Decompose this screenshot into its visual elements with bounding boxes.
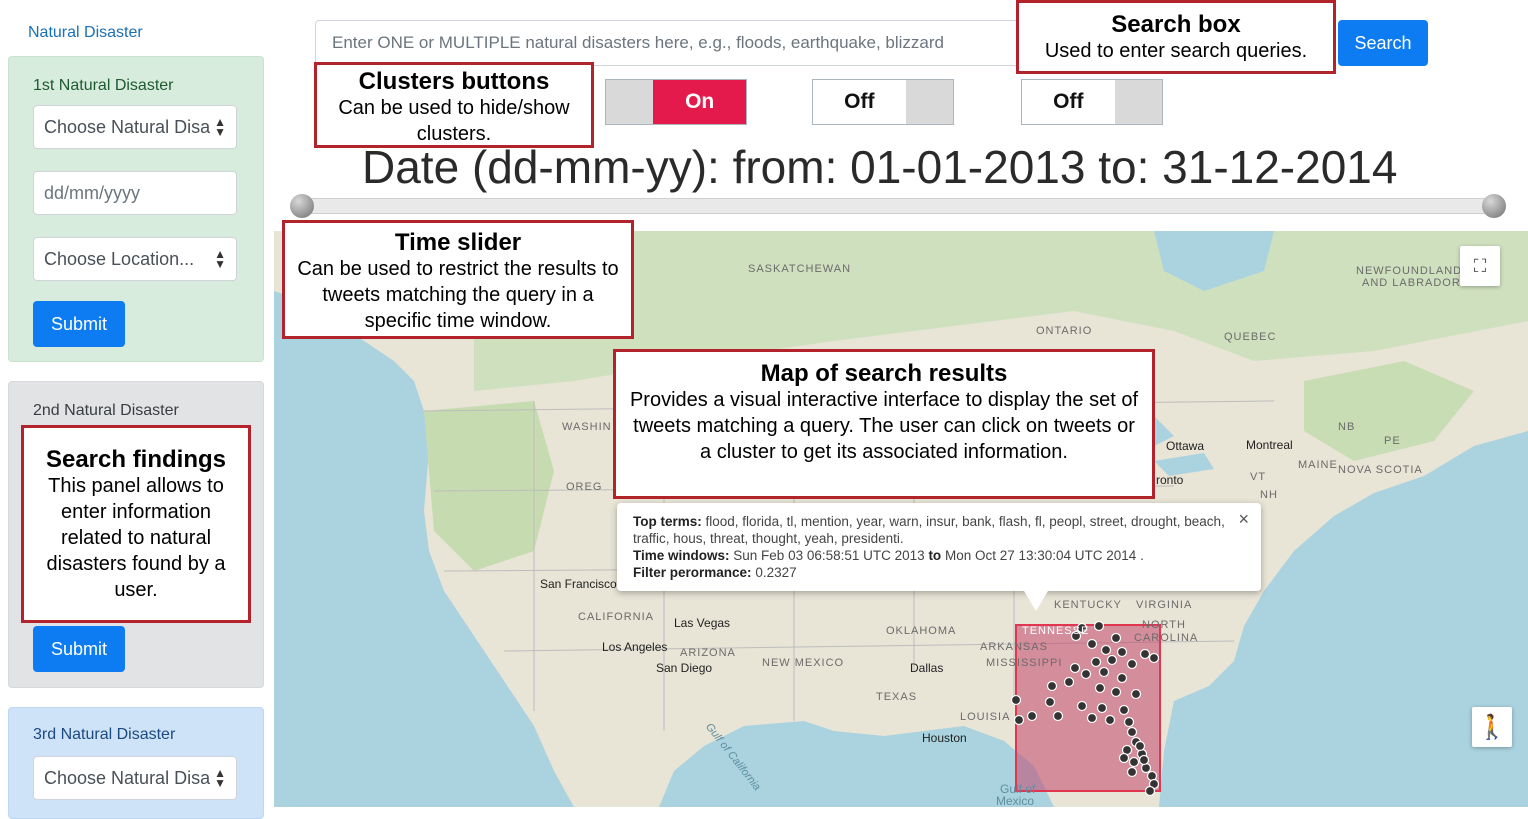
map-label-kentucky: KENTUCKY	[1054, 599, 1122, 611]
callout-title: Time slider	[394, 229, 522, 256]
map-label-montreal: Montreal	[1246, 438, 1293, 452]
map-label-san-francisco: San Francisco	[540, 577, 617, 591]
callout-search-findings: Search findings This panel allows to ent…	[21, 425, 251, 623]
toggle-label: On	[653, 80, 746, 124]
toggle-handle	[606, 80, 654, 124]
date-field[interactable]: dd/mm/yyyy	[33, 171, 237, 215]
disaster-select[interactable]: Choose Natural Disa ▲ ▼	[33, 756, 237, 800]
cluster-toggle-1[interactable]: On	[605, 79, 747, 125]
submit-button[interactable]: Submit	[33, 301, 125, 347]
map-label-arkansas: ARKANSAS	[980, 641, 1048, 653]
callout-desc: Can be used to hide/show clusters.	[338, 97, 570, 145]
panel-3rd-disaster: 3rd Natural Disaster Choose Natural Disa…	[8, 707, 264, 819]
map-label-labrador: AND LABRADOR	[1362, 277, 1461, 289]
info-window-pointer	[1024, 591, 1048, 611]
map-label-los-angeles: Los Angeles	[602, 640, 668, 654]
top-terms-label: Top terms:	[633, 514, 702, 529]
map-label-mexico: Mexico	[996, 794, 1035, 807]
map-label-houston: Houston	[922, 731, 967, 745]
time-to: Mon Oct 27 13:30:04 UTC 2014 .	[944, 548, 1144, 563]
top-terms-value: flood, florida, tl, mention, year, warn,…	[633, 514, 1225, 546]
map-label-north: NORTH	[1142, 619, 1186, 631]
map-label-new-mexico: NEW MEXICO	[762, 657, 845, 669]
map-label-arizona: ARIZONA	[680, 647, 736, 659]
cluster-toggle-2[interactable]: Off	[812, 79, 954, 125]
select-value: Choose Natural Disa	[44, 116, 211, 137]
panel-title: 2nd Natural Disaster	[33, 402, 179, 419]
map-label-vt: VT	[1250, 471, 1267, 483]
map-label-louisiana: LOUISIA	[960, 711, 1011, 723]
time-slider-start-handle[interactable]	[290, 194, 314, 218]
callout-desc: Can be used to restrict the results to t…	[297, 258, 619, 332]
time-slider-end-handle[interactable]	[1482, 194, 1506, 218]
search-input[interactable]: Enter ONE or MULTIPLE natural disasters …	[315, 20, 1035, 66]
map-label-pe: PE	[1384, 435, 1401, 447]
submit-button[interactable]: Submit	[33, 626, 125, 672]
map-label-saskatchewan: SASKATCHEWAN	[748, 263, 852, 275]
callout-map-results: Map of search results Provides a visual …	[613, 349, 1155, 499]
close-icon[interactable]: ×	[1238, 510, 1249, 528]
location-select[interactable]: Choose Location... ▲ ▼	[33, 237, 237, 281]
callout-desc: Provides a visual interactive interface …	[629, 389, 1139, 463]
select-value: Choose Location...	[44, 248, 195, 269]
map-label-las-vegas: Las Vegas	[674, 616, 731, 630]
callout-title: Map of search results	[760, 360, 1008, 387]
map-label-washington: WASHIN	[562, 421, 612, 433]
map-label-newfoundland: NEWFOUNDLAND	[1356, 265, 1463, 277]
search-placeholder: Enter ONE or MULTIPLE natural disasters …	[332, 33, 944, 52]
sidebar-title[interactable]: Natural Disaster	[28, 24, 143, 42]
map-label-ottawa: Ottawa	[1166, 439, 1205, 453]
map-label-nova-scotia: NOVA SCOTIA	[1338, 464, 1423, 476]
filter-label: Filter perormance:	[633, 565, 752, 580]
map-label-nh: NH	[1260, 489, 1278, 501]
callout-desc: This panel allows to enter information r…	[46, 475, 226, 601]
select-value: Choose Natural Disa	[44, 767, 211, 788]
search-button[interactable]: Search	[1338, 20, 1428, 66]
callout-clusters: Clusters buttons Can be used to hide/sho…	[314, 62, 594, 148]
pegman-icon[interactable]: 🚶	[1472, 707, 1512, 747]
toggle-label: Off	[813, 80, 906, 124]
map-label-toronto: ronto	[1156, 473, 1184, 487]
date-placeholder: dd/mm/yyyy	[44, 182, 141, 203]
disaster-select[interactable]: Choose Natural Disa ▲ ▼	[33, 105, 237, 149]
map-label-oregon: OREG	[566, 481, 603, 493]
map-label-tennessee: TENNESSE	[1022, 625, 1090, 637]
cluster-toggle-3[interactable]: Off	[1021, 79, 1163, 125]
select-arrows-icon: ▲ ▼	[214, 247, 226, 271]
date-range-text: Date (dd-mm-yy): from: 01-01-2013 to: 31…	[362, 141, 1398, 193]
fullscreen-icon[interactable]: ⛶	[1460, 246, 1500, 286]
filter-value: 0.2327	[755, 565, 797, 580]
select-arrows-icon: ▲ ▼	[214, 115, 226, 139]
time-slider-track[interactable]	[298, 198, 1494, 214]
toggle-handle	[1114, 80, 1162, 124]
panel-title: 3rd Natural Disaster	[33, 726, 176, 743]
select-arrows-icon: ▲ ▼	[214, 766, 226, 790]
map-label-carolina: CAROLINA	[1134, 632, 1199, 644]
cluster-info-window: Top terms: flood, florida, tl, mention, …	[617, 503, 1261, 591]
callout-title: Clusters buttons	[358, 68, 550, 95]
callout-title: Search findings	[45, 446, 227, 473]
map-label-ontario: ONTARIO	[1036, 325, 1093, 337]
map-label-oklahoma: OKLAHOMA	[886, 625, 957, 637]
time-to-word: to	[928, 548, 942, 563]
map-label-texas: TEXAS	[876, 691, 918, 703]
map-label-nb: NB	[1338, 421, 1356, 433]
map-label-mississippi: MISSISSIPPI	[986, 657, 1063, 669]
callout-title: Search box	[1111, 11, 1241, 38]
panel-1st-disaster: 1st Natural Disaster Choose Natural Disa…	[8, 56, 264, 362]
time-from: Sun Feb 03 06:58:51 UTC 2013	[733, 548, 925, 563]
map-label-maine: MAINE	[1298, 459, 1338, 471]
panel-title: 1st Natural Disaster	[33, 77, 174, 94]
map-label-san-diego: San Diego	[656, 661, 713, 675]
toggle-handle	[905, 80, 953, 124]
map-label-dallas: Dallas	[910, 661, 944, 675]
map-label-california: CALIFORNIA	[578, 611, 655, 623]
map-label-quebec: QUEBEC	[1224, 331, 1277, 343]
toggle-label: Off	[1022, 80, 1115, 124]
map-label-virginia: VIRGINIA	[1136, 599, 1193, 611]
callout-desc: Used to enter search queries.	[1044, 40, 1308, 62]
time-windows-label: Time windows:	[633, 548, 730, 563]
callout-time-slider: Time slider Can be used to restrict the …	[282, 220, 634, 339]
callout-search-box: Search box Used to enter search queries.	[1016, 0, 1336, 74]
